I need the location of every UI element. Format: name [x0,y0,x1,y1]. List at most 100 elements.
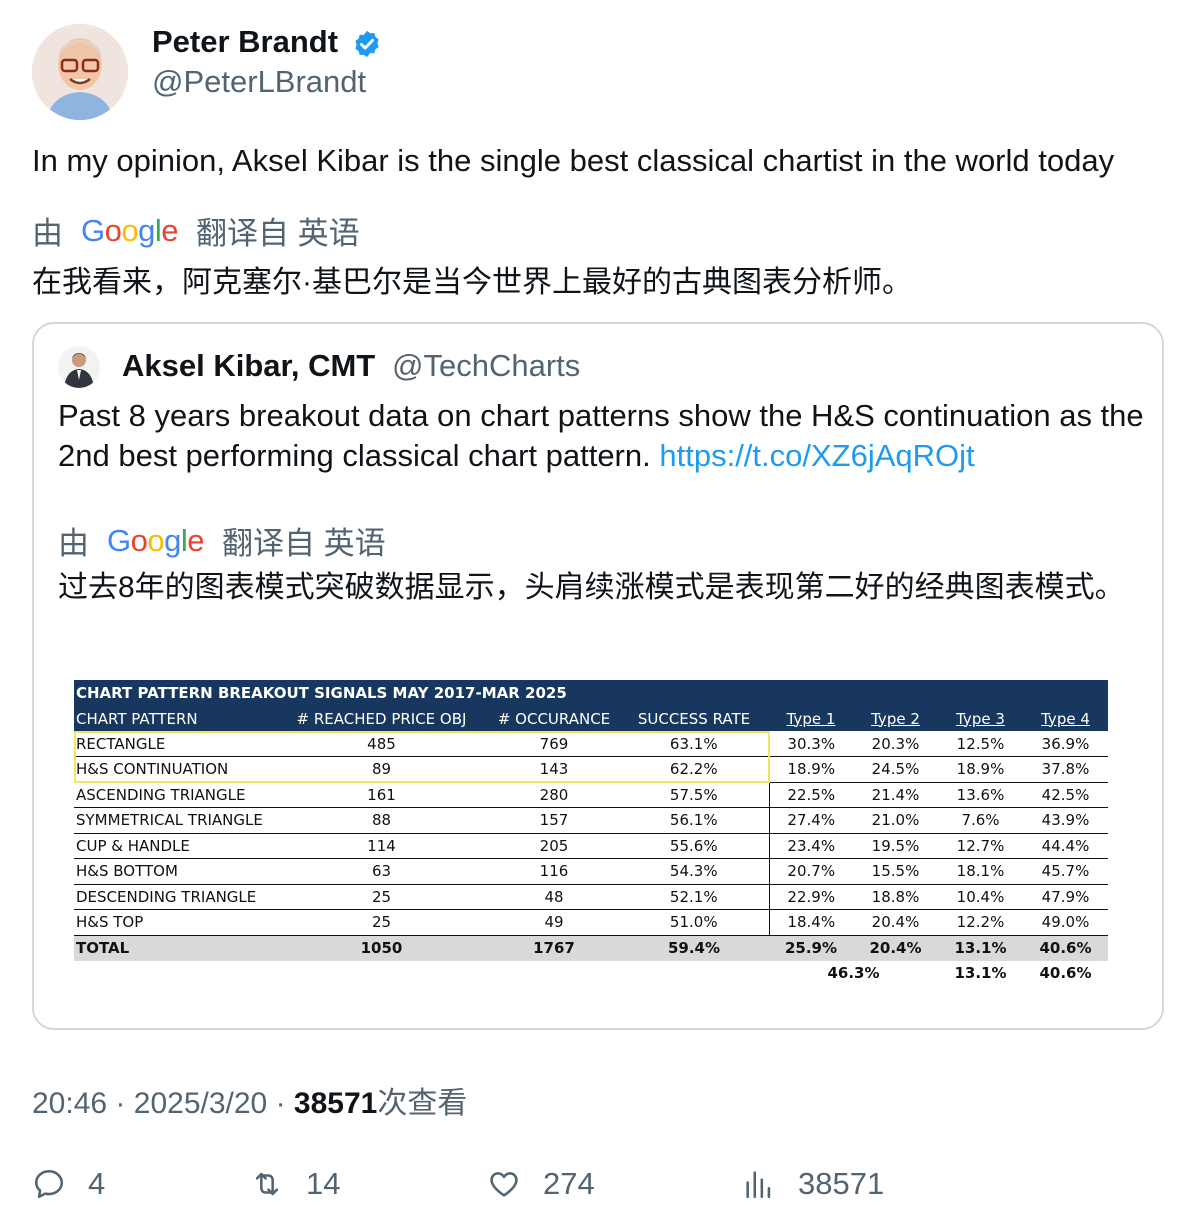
table-row: SYMMETRICAL TRIANGLE 88 157 56.1% 27.4% 21.0%… [74,807,1108,834]
table-title: CHART PATTERN BREAKOUT SIGNALS MAY 2017-… [74,680,1108,706]
heart-icon [490,1172,518,1197]
table-header-cell: Type 2 [853,706,938,731]
like-button[interactable]: 274 [487,1166,595,1202]
quoted-author-avatar[interactable] [58,346,100,388]
retweet-button[interactable]: 14 [250,1166,340,1202]
table-header-cell: # REACHED PRICE OBJ [274,706,489,731]
table-cell: 44.4% [1023,833,1108,859]
table-cell: 88 [274,807,489,834]
table-cell: 54.3% [619,858,769,885]
table-row: H&S TOP 25 49 51.0% 18.4% 20.4% 12.2% 49.0% [74,909,1108,936]
table-cell: 143 [489,756,619,783]
table-cell: SYMMETRICAL TRIANGLE [74,807,274,834]
table-cell: 769 [489,731,619,757]
translated-by-prefix: 由 [32,216,63,251]
table-cell: 49 [489,909,619,936]
table-header-cell: Type 3 [938,706,1023,731]
table-cell: 18.1% [938,858,1023,885]
author-name[interactable]: Peter Brandt [152,24,338,60]
table-header-cell: Type 4 [1023,706,1108,731]
table-cell: RECTANGLE [74,731,274,757]
google-logo-icon: Google [81,212,179,248]
table-row: CUP & HANDLE 114 205 55.6% 23.4% 19.5% 12.7% 44… [74,833,1108,859]
table-cell: 24.5% [853,756,938,783]
table-cell: 52.1% [619,884,769,910]
table-subtotal-cell: 40.6% [1039,964,1092,983]
reply-icon [34,1169,64,1199]
tweet-date[interactable]: 2025/3/20 [134,1087,267,1120]
table-header-cell: SUCCESS RATE [619,706,769,731]
views-button[interactable]: 38571 [742,1166,884,1202]
table-cell: H&S CONTINUATION [74,756,274,783]
table-total-cell: 59.4% [619,935,769,961]
table-header-cell: # OCCURANCE [489,706,619,731]
breakout-table: CHART PATTERN BREAKOUT SIGNALS MAY 2017-… [74,680,1108,986]
table-cell: 21.4% [853,782,938,808]
like-count: 274 [543,1166,595,1201]
table-total-cell: 1050 [274,935,489,961]
table-total-row: TOTAL 1050 1767 59.4% 25.9% 20.4% 13.1% 40.6% [74,935,1108,961]
quoted-tweet-link[interactable]: https://t.co/XZ6jAqROjt [659,438,974,473]
table-cell: 37.8% [1023,756,1108,783]
table-cell: 25 [274,884,489,910]
table-cell: 13.6% [938,782,1023,808]
table-cell: 43.9% [1023,807,1108,834]
table-total-cell: 1767 [489,935,619,961]
quoted-tweet-image[interactable]: CHART PATTERN BREAKOUT SIGNALS MAY 2017-… [74,680,1108,988]
reply-count: 4 [88,1166,106,1201]
reply-button[interactable]: 4 [32,1166,105,1202]
quoted-translated-from: 翻译自 英语 [222,526,386,561]
table-cell: 10.4% [938,884,1023,910]
table-cell: 49.0% [1023,909,1108,936]
translation-attribution: 由 Google 翻译自 英语 [32,208,360,253]
translated-from: 翻译自 英语 [196,216,360,251]
table-row: DESCENDING TRIANGLE 25 48 52.1% 22.9% 18.8% 10… [74,884,1108,910]
analytics-icon [746,1171,771,1199]
author-avatar[interactable] [32,24,128,120]
view-label: 次查看 [377,1087,468,1120]
table-cell: 22.5% [768,782,853,808]
action-bar: 4 14 274 38571 [0,1160,1196,1210]
table-cell: 51.0% [619,909,769,936]
table-cell: 12.2% [938,909,1023,936]
table-row: H&S BOTTOM 63 116 54.3% 20.7% 15.5% 18.1% 45.7% [74,858,1108,885]
table-cell: 57.5% [619,782,769,808]
table-row: RECTANGLE 485 769 63.1% 30.3% 20.3% 12.5% 36.9% [74,731,1108,757]
table-cell: 63 [274,858,489,885]
quoted-translated-by-prefix: 由 [58,526,89,561]
table-cell: 114 [274,833,489,859]
quoted-author-handle[interactable]: @TechCharts [392,348,580,384]
tweet-time[interactable]: 20:46 [32,1087,107,1120]
table-cell: DESCENDING TRIANGLE [74,884,274,910]
table-cell: 56.1% [619,807,769,834]
table-cell: 45.7% [1023,858,1108,885]
table-cell: 116 [489,858,619,885]
table-cell: 25 [274,909,489,936]
view-count: 38571 [293,1087,378,1120]
table-subtotal-row: 46.3% 13.1% 40.6% [74,961,1108,987]
table-total-cell: 40.6% [1023,935,1108,961]
table-header-cell: Type 1 [769,706,853,731]
verified-badge-icon [352,29,382,59]
table-cell: 7.6% [938,807,1023,834]
quoted-author-name[interactable]: Aksel Kibar, CMT [122,348,375,384]
quoted-tweet-body: Past 8 years breakout data on chart patt… [58,398,1144,473]
meta-separator: · [275,1087,286,1120]
table-subtotal-cell [74,961,769,987]
table-subtotal-cell: 13.1% [954,964,1007,983]
author-handle[interactable]: @PeterLBrandt [152,64,366,100]
quoted-tweet-card[interactable]: Aksel Kibar, CMT @TechCharts Past 8 year… [32,322,1164,1030]
tweet-translation: 在我看来，阿克塞尔·基巴尔是当今世界上最好的古典图表分析师。 [32,266,912,299]
table-cell: 30.3% [768,731,853,757]
table-cell: 42.5% [1023,782,1108,808]
table-cell: 55.6% [619,833,769,859]
table-cell: 18.8% [853,884,938,910]
table-cell: 20.3% [853,731,938,757]
table-cell: 12.7% [938,833,1023,859]
table-cell: 21.0% [853,807,938,834]
table-row: ASCENDING TRIANGLE 161 280 57.5% 22.5% 21.4% 1… [74,782,1108,808]
table-cell: 63.1% [619,731,769,757]
quoted-tweet-translation: 过去8年的图表模式突破数据显示，头肩续涨模式是表现第二好的经典图表模式。 [58,571,1125,604]
quoted-tweet-text: Past 8 years breakout data on chart patt… [58,396,1148,476]
views-count: 38571 [798,1166,885,1201]
